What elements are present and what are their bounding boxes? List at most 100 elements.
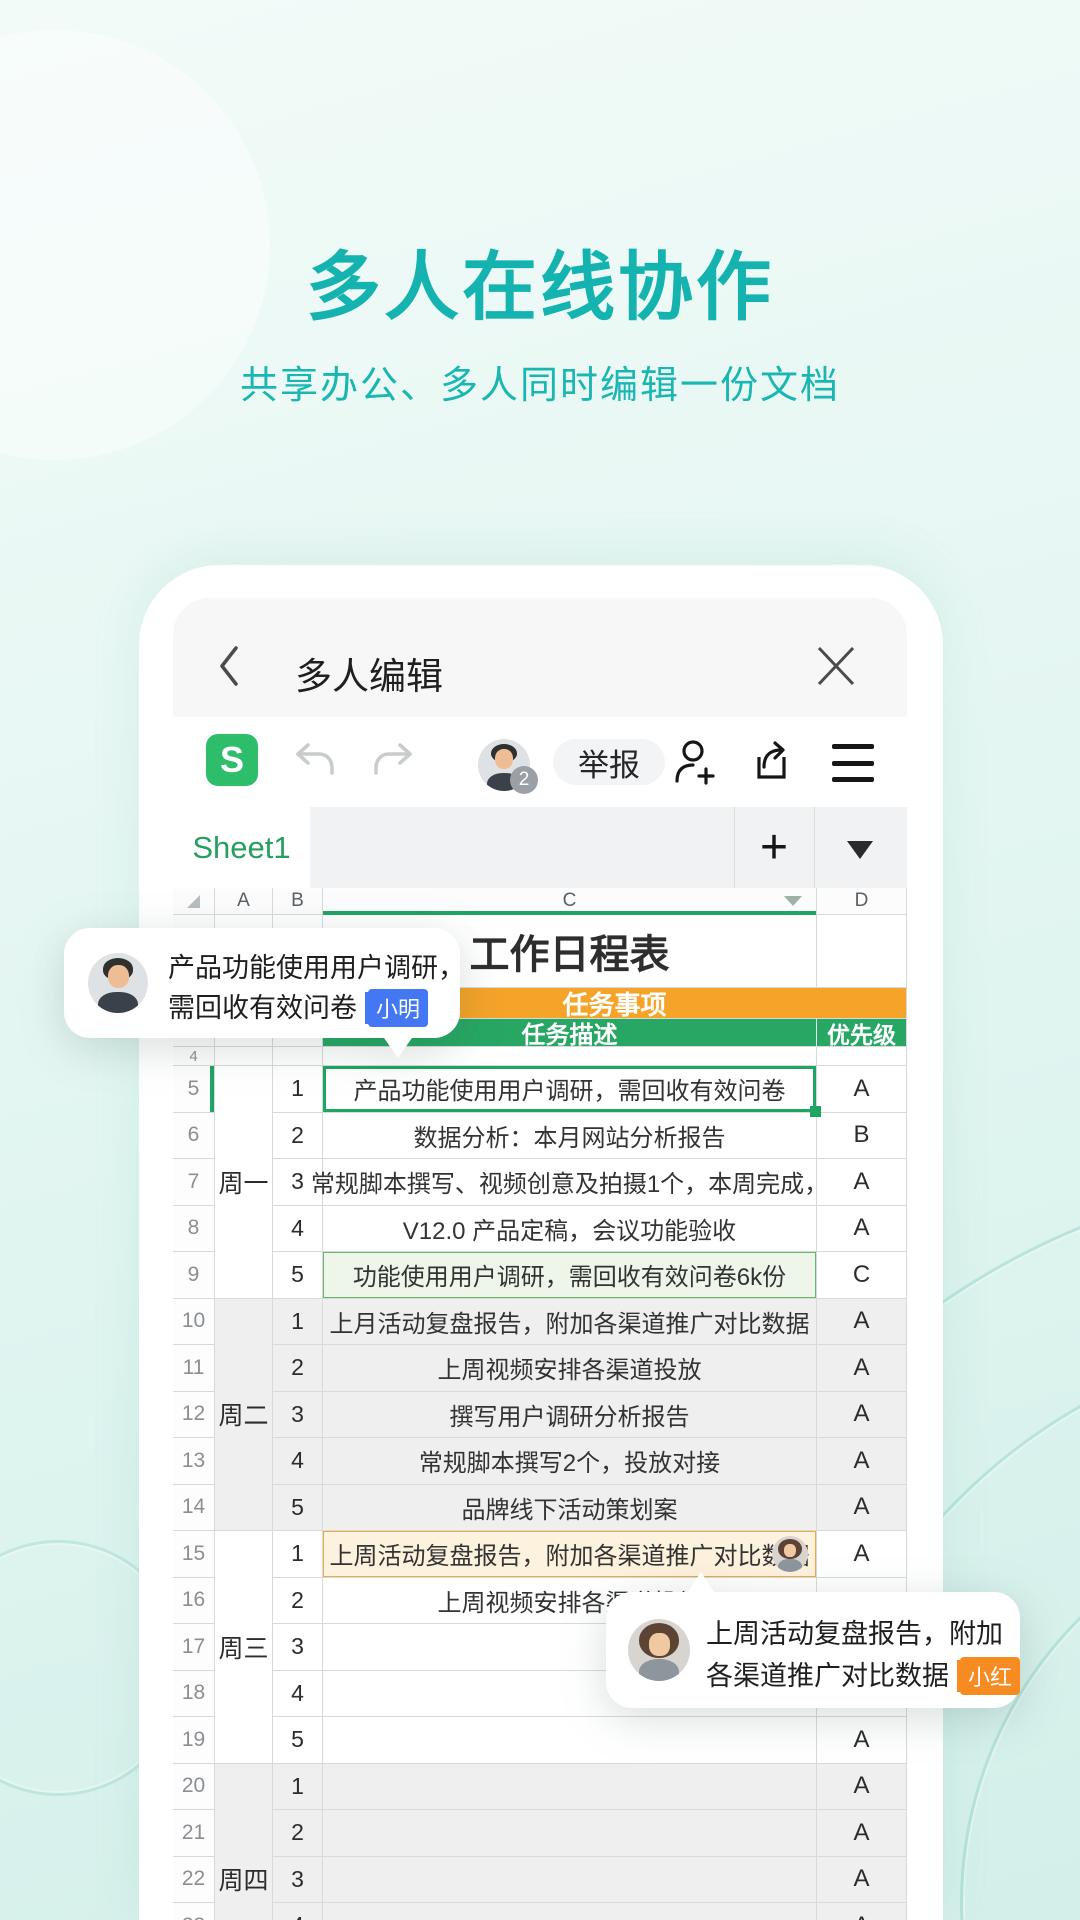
cell-d[interactable]: A (817, 1392, 907, 1439)
cell-c[interactable]: 上周活动复盘报告，附加各渠道推广对比数据 (323, 1531, 817, 1578)
row-header[interactable]: 16 (173, 1578, 215, 1625)
cell-b[interactable]: 3 (273, 1857, 323, 1904)
undo-button[interactable] (291, 739, 339, 783)
sheet-tab-bar: Sheet1 + (173, 807, 907, 889)
day-cell-thursday[interactable]: 周四 (215, 1764, 273, 1920)
cell-b[interactable]: 4 (273, 1206, 323, 1253)
column-header-b[interactable]: B (273, 888, 323, 915)
cell-b[interactable]: 4 (273, 1903, 323, 1920)
back-button[interactable] (215, 644, 243, 688)
cell-d[interactable]: A (817, 1206, 907, 1253)
row-header[interactable]: 22 (173, 1857, 215, 1904)
row-header[interactable]: 20 (173, 1764, 215, 1811)
cell-d[interactable]: A (817, 1717, 907, 1764)
cell-d[interactable]: A (817, 1066, 907, 1113)
cell-b[interactable] (273, 1047, 323, 1066)
cell-b[interactable]: 3 (273, 1392, 323, 1439)
menu-button[interactable] (832, 744, 874, 782)
row-header[interactable]: 10 (173, 1299, 215, 1346)
cell-d[interactable]: A (817, 1903, 907, 1920)
cell-d[interactable]: A (817, 1345, 907, 1392)
sheet-menu-caret[interactable] (847, 841, 873, 859)
cell-b[interactable]: 2 (273, 1810, 323, 1857)
cell-c[interactable]: 上月活动复盘报告，附加各渠道推广对比数据 (323, 1299, 817, 1346)
day-cell-wednesday[interactable]: 周三 (215, 1531, 273, 1764)
cell-b[interactable]: 4 (273, 1438, 323, 1485)
cell-a[interactable] (215, 1047, 273, 1066)
row-header[interactable]: 8 (173, 1206, 215, 1253)
cell-b[interactable]: 1 (273, 1066, 323, 1113)
redo-button[interactable] (369, 739, 417, 783)
cell-b[interactable]: 1 (273, 1764, 323, 1811)
cell-b[interactable]: 2 (273, 1345, 323, 1392)
app-panel: 多人编辑 S (173, 598, 907, 1920)
cell-d[interactable]: A (817, 1299, 907, 1346)
cell-b[interactable]: 1 (273, 1299, 323, 1346)
select-all-cell[interactable] (173, 888, 215, 915)
row-header[interactable]: 15 (173, 1531, 215, 1578)
row-header[interactable]: 6 (173, 1113, 215, 1160)
cell-b[interactable]: 1 (273, 1531, 323, 1578)
column-header-c[interactable]: C (323, 888, 817, 915)
row-header[interactable]: 21 (173, 1810, 215, 1857)
column-dropdown-icon[interactable] (784, 896, 802, 906)
cell-c[interactable] (323, 1857, 817, 1904)
row-header[interactable]: 13 (173, 1438, 215, 1485)
cell-c[interactable]: 撰写用户调研分析报告 (323, 1392, 817, 1439)
row-header[interactable]: 4 (173, 1047, 215, 1066)
close-button[interactable] (813, 644, 859, 688)
day-cell-tuesday[interactable]: 周二 (215, 1299, 273, 1532)
cell-d[interactable]: B (817, 1113, 907, 1160)
day-cell-monday[interactable]: 周一 (215, 1066, 273, 1299)
row-header[interactable]: 12 (173, 1392, 215, 1439)
cell-d[interactable]: A (817, 1159, 907, 1206)
cell-b[interactable]: 3 (273, 1624, 323, 1671)
cell-c[interactable] (323, 1764, 817, 1811)
cell-d[interactable]: A (817, 1485, 907, 1532)
cell-c[interactable]: 品牌线下活动策划案 (323, 1485, 817, 1532)
priority-header-cell[interactable]: 优先级 (817, 1019, 907, 1047)
column-header-d[interactable]: D (817, 888, 907, 915)
cell-b[interactable]: 5 (273, 1717, 323, 1764)
share-button[interactable] (747, 738, 795, 786)
cell-b[interactable]: 2 (273, 1578, 323, 1625)
cell-d[interactable]: A (817, 1438, 907, 1485)
report-button[interactable]: 举报 (553, 739, 665, 785)
row-header[interactable]: 11 (173, 1345, 215, 1392)
cell-d[interactable]: C (817, 1252, 907, 1299)
cell-b[interactable]: 5 (273, 1485, 323, 1532)
cell-c[interactable]: 产品功能使用用户调研，需回收有效问卷 (323, 1066, 817, 1113)
add-person-button[interactable] (670, 738, 718, 786)
cell-c[interactable] (323, 1717, 817, 1764)
cell-c[interactable]: 上周视频安排各渠道投放 (323, 1345, 817, 1392)
cell-d[interactable]: A (817, 1764, 907, 1811)
cell-c[interactable] (323, 1810, 817, 1857)
cell-d[interactable]: A (817, 1810, 907, 1857)
cell-b[interactable]: 5 (273, 1252, 323, 1299)
row-header[interactable]: 14 (173, 1485, 215, 1532)
cell-c[interactable]: 数据分析：本月网站分析报告 (323, 1113, 817, 1160)
cell-c[interactable]: V12.0 产品定稿，会议功能验收 (323, 1206, 817, 1253)
task-text: 上月活动复盘报告，附加各渠道推广对比数据 (330, 1304, 810, 1339)
cell-c[interactable]: 常规脚本撰写2个，投放对接 (323, 1438, 817, 1485)
row-header[interactable]: 23 (173, 1903, 215, 1920)
cell-c[interactable]: 功能使用用户调研，需回收有效问卷6k份 (323, 1252, 817, 1299)
cell-d[interactable]: A (817, 1531, 907, 1578)
tab-sheet1[interactable]: Sheet1 (173, 807, 310, 888)
row-header[interactable]: 7 (173, 1159, 215, 1206)
cell-d[interactable] (817, 1047, 907, 1066)
column-header-a[interactable]: A (215, 888, 273, 915)
row-header[interactable]: 17 (173, 1624, 215, 1671)
cell-b[interactable]: 4 (273, 1671, 323, 1718)
collaborators-avatar-button[interactable]: 2 (478, 739, 530, 791)
row-header[interactable]: 18 (173, 1671, 215, 1718)
cell-d[interactable] (817, 915, 907, 988)
cell-c[interactable] (323, 1903, 817, 1920)
row-header[interactable]: 19 (173, 1717, 215, 1764)
row-header[interactable]: 9 (173, 1252, 215, 1299)
cell-c[interactable]: 常规脚本撰写、视频创意及拍摄1个，本周完成， (323, 1159, 817, 1206)
cell-b[interactable]: 2 (273, 1113, 323, 1160)
add-sheet-button[interactable]: + (734, 807, 814, 888)
cell-d[interactable]: A (817, 1857, 907, 1904)
row-header[interactable]: 5 (173, 1066, 215, 1113)
